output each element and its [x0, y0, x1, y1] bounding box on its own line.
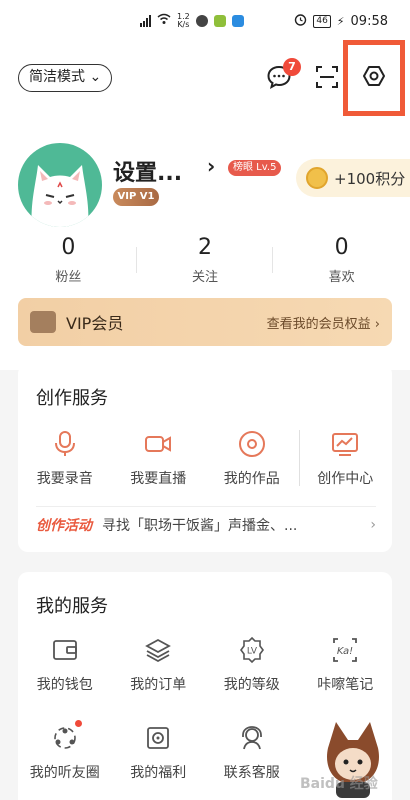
stat-label: 关注 [192, 270, 219, 285]
grid-item-label: 我的听友圈 [29, 765, 100, 781]
stats-row: 0 粉丝 2 关注 0 喜欢 [0, 235, 410, 295]
vip-crown-icon [30, 311, 56, 333]
wallet-icon [51, 636, 79, 664]
status-left-icons: 1.2 K/s [140, 13, 244, 29]
grid-item-label: 我的福利 [130, 765, 187, 781]
disc-icon [238, 430, 266, 458]
divider [36, 506, 376, 507]
profile-arrow-icon[interactable]: › [207, 154, 215, 178]
notes-icon: Ka! [331, 636, 359, 664]
watermark-text: Baidu 经验 [300, 776, 378, 792]
svg-text:LV: LV [247, 647, 258, 657]
services-grid-row-1: 我的钱包 我的订单 LV 我的等级 Ka! 咔嚓笔记 [18, 636, 392, 694]
activity-text: 寻找「职场干饭酱」声播金、... [102, 518, 298, 534]
grid-item-label: 联系客服 [223, 765, 280, 781]
chart-icon [331, 430, 359, 458]
settings-gear-icon [362, 64, 386, 92]
grid-item-record[interactable]: 我要录音 [18, 430, 112, 488]
vip-member-bar[interactable]: VIP会员 查看我的会员权益 › [18, 298, 392, 346]
divider [298, 430, 300, 486]
card-title: 我的服务 [36, 596, 108, 617]
stat-likes[interactable]: 0 喜欢 [273, 235, 410, 295]
message-badge: 7 [283, 58, 301, 76]
signal-icon [140, 15, 151, 27]
vip-title: VIP会员 [66, 314, 124, 333]
username[interactable]: 设置... [113, 155, 182, 187]
points-button[interactable]: +100积分 [296, 159, 410, 197]
status-bar: 1.2 K/s 46 ⚡ 09:58 [0, 0, 410, 40]
stat-value: 2 [198, 235, 212, 260]
stat-fans[interactable]: 0 粉丝 [0, 235, 137, 295]
grid-item-label: 我的作品 [223, 471, 280, 487]
grid-item-live[interactable]: 我要直播 [112, 430, 206, 488]
grid-item-label: 我的订单 [130, 677, 187, 693]
coin-icon [306, 167, 328, 189]
creation-grid: 我要录音 我要直播 我的作品 创作中心 [18, 430, 392, 488]
app-notification-icon-2 [231, 15, 244, 27]
grid-item-orders[interactable]: 我的订单 [112, 636, 206, 694]
stat-label: 粉丝 [55, 270, 82, 285]
grid-item-level[interactable]: LV 我的等级 [205, 636, 299, 694]
points-label: +100积分 [334, 169, 406, 188]
creation-services-card: 创作服务 我要录音 我要直播 我的作品 创作中心 创作活动 寻找「职场干饭酱」声… [18, 364, 392, 552]
app-notification-icon [213, 15, 226, 27]
friends-circle-icon [51, 720, 82, 752]
grid-item-label: 我要直播 [130, 471, 187, 487]
red-dot-badge [74, 720, 82, 727]
simple-mode-button[interactable]: 简洁模式 ⌄ [18, 64, 113, 92]
charging-icon: ⚡ [336, 15, 345, 28]
scan-icon[interactable] [314, 64, 340, 90]
headset-icon [238, 724, 266, 752]
rank-level-tag: 榜眼 Lv.5 [228, 160, 282, 176]
grid-item-wallet[interactable]: 我的钱包 [18, 636, 112, 694]
activity-tag: 创作活动 [36, 518, 92, 534]
avatar[interactable] [18, 143, 102, 227]
wechat-icon [195, 15, 208, 27]
grid-item-label: 我的钱包 [36, 677, 93, 693]
layers-icon [144, 636, 172, 664]
creation-activity-row[interactable]: 创作活动 寻找「职场干饭酱」声播金、... › [36, 514, 376, 536]
chevron-right-icon: › [370, 517, 376, 533]
alarm-icon [294, 13, 307, 30]
stat-label: 喜欢 [328, 270, 355, 285]
microphone-icon [51, 430, 79, 458]
grid-item-label: 我的等级 [223, 677, 280, 693]
gift-box-icon [144, 724, 172, 752]
svg-text:Ka!: Ka! [337, 646, 353, 657]
vip-level-tag: VIP V1 [113, 188, 159, 206]
vip-benefits-link[interactable]: 查看我的会员权益 › [267, 313, 380, 332]
grid-item-label: 我要录音 [36, 471, 93, 487]
stat-following[interactable]: 2 关注 [137, 235, 274, 295]
battery-icon: 46 [313, 15, 331, 28]
grid-item-creator-center[interactable]: 创作中心 [298, 430, 393, 488]
grid-item-welfare[interactable]: 我的福利 [112, 724, 206, 782]
stat-value: 0 [61, 235, 76, 260]
status-right-icons: 46 ⚡ 09:58 [294, 13, 388, 30]
grid-item-label: 咔嚓笔记 [317, 677, 374, 693]
grid-item-notes[interactable]: Ka! 咔嚓笔记 [299, 636, 393, 694]
grid-item-friends-circle[interactable]: 我的听友圈 [18, 720, 112, 782]
settings-button[interactable] [343, 40, 405, 116]
wifi-icon [157, 13, 171, 29]
grid-item-works[interactable]: 我的作品 [205, 430, 299, 488]
grid-item-label: 创作中心 [317, 471, 374, 487]
grid-item-customer-service[interactable]: 联系客服 [205, 724, 299, 782]
video-camera-icon [144, 430, 172, 458]
level-badge-icon: LV [238, 636, 266, 664]
card-title: 创作服务 [36, 388, 108, 409]
stat-value: 0 [334, 235, 349, 260]
clock: 09:58 [350, 14, 388, 29]
network-speed: 1.2 K/s [177, 12, 190, 29]
